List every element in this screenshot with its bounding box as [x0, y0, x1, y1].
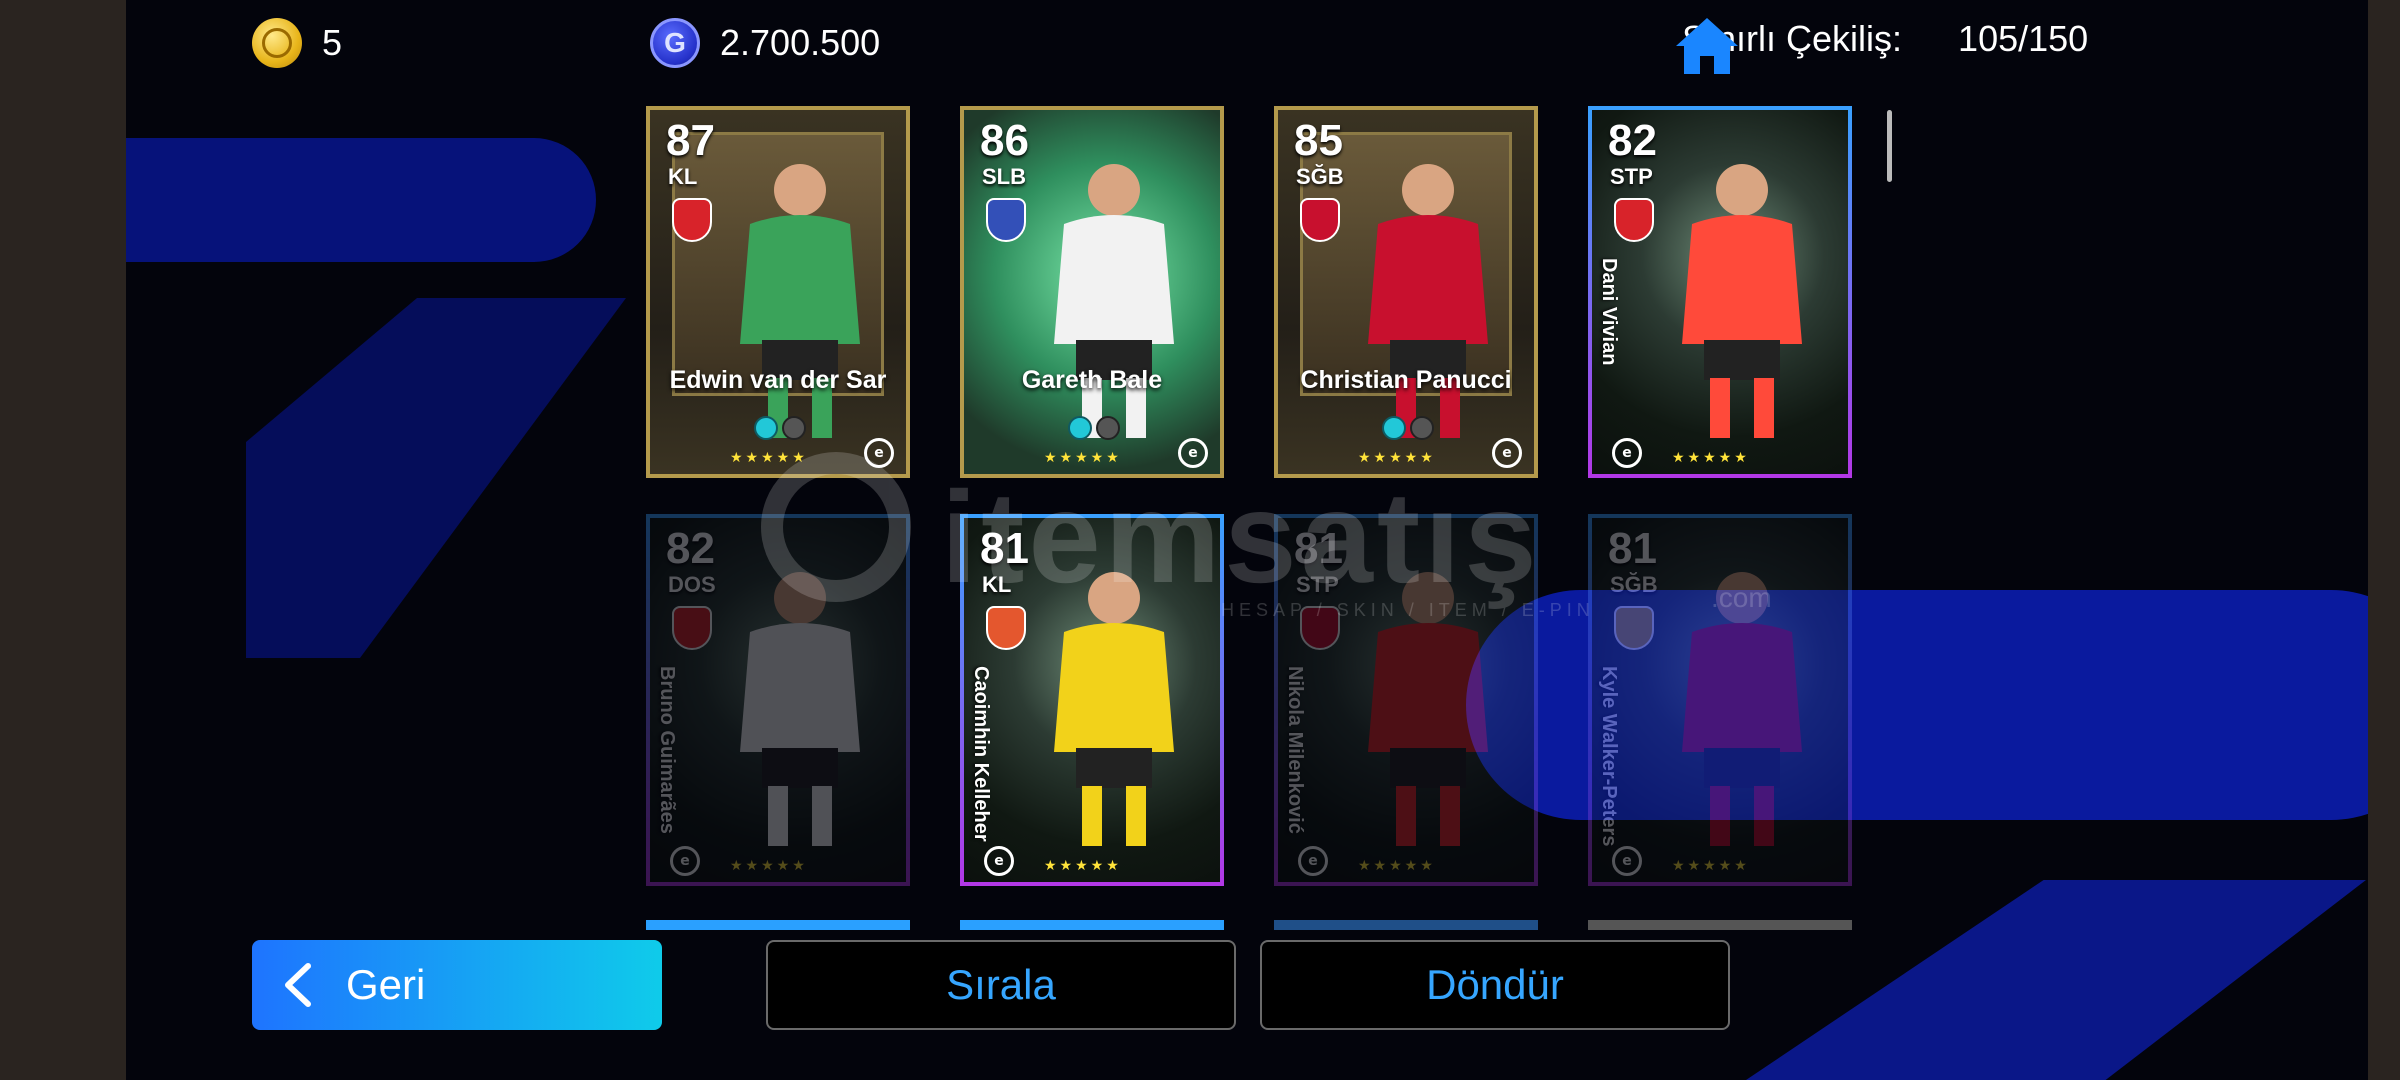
card-partial: [1588, 920, 1852, 930]
club-crest-icon: [672, 606, 712, 650]
player-card[interactable]: 82 DOS Bruno Guimarães e ★★★★★: [646, 514, 910, 886]
card-player-name: Gareth Bale: [1021, 366, 1163, 394]
home-icon[interactable]: [1672, 14, 1742, 78]
card-stars: ★★★★★: [1672, 450, 1750, 466]
back-button[interactable]: Geri: [252, 940, 662, 1030]
efootball-logo-icon: e: [1492, 438, 1522, 468]
background-shape: [246, 298, 626, 658]
card-rating: 86: [980, 116, 1029, 165]
card-player-name: Bruno Guimarães: [656, 666, 678, 834]
player-figure-icon: [740, 164, 860, 438]
limited-draw-count: 105/150: [1958, 18, 2089, 59]
card-position: KL: [982, 572, 1012, 597]
card-position: DOS: [668, 572, 716, 597]
card-player-name: Dani Vivian: [1598, 258, 1620, 366]
card-partial: [960, 920, 1224, 930]
card-stars: ★★★★★: [1358, 858, 1436, 874]
club-crest-icon: [672, 198, 712, 242]
rotate-button-label: Döndür: [1426, 961, 1564, 1008]
card-position: STP: [1610, 164, 1653, 189]
player-figure-icon: [1682, 572, 1802, 846]
club-crest-icon: [1614, 606, 1654, 650]
card-stars: ★★★★★: [1358, 450, 1436, 466]
skill-badge-icon: [1096, 416, 1120, 440]
efootball-logo-icon: e: [864, 438, 894, 468]
card-rating: 81: [1294, 524, 1343, 573]
efootball-logo-icon: e: [1298, 846, 1328, 876]
skill-badge-icon: [1068, 416, 1092, 440]
efootball-logo-icon: e: [670, 846, 700, 876]
card-stars: ★★★★★: [730, 858, 808, 874]
card-position: SĞB: [1296, 164, 1344, 189]
efootball-logo-icon: e: [1612, 438, 1642, 468]
card-player-name: Christian Panucci: [1300, 366, 1512, 394]
card-position: STP: [1296, 572, 1339, 597]
club-crest-icon: [1300, 606, 1340, 650]
club-crest-icon: [1614, 198, 1654, 242]
card-partial: [1274, 920, 1538, 930]
card-rating: 82: [1608, 116, 1657, 165]
card-rating: 81: [980, 524, 1029, 573]
skill-badge-icon: [1410, 416, 1434, 440]
player-figure-icon: [1054, 572, 1174, 846]
game-screen: 5 G 2.700.500 Sınırlı Çekiliş: 105/150 8…: [126, 0, 2368, 1080]
player-card[interactable]: 81 STP Nikola Milenković e ★★★★★: [1274, 514, 1538, 886]
limited-draw-info: Sınırlı Çekiliş: 105/150: [1682, 18, 2088, 60]
skill-badge-icon: [782, 416, 806, 440]
player-card[interactable]: 86 SLB Gareth Bale ★★★★★ e: [960, 106, 1224, 478]
gp-value: 2.700.500: [720, 22, 881, 63]
player-figure-icon: [1054, 164, 1174, 438]
player-card[interactable]: 85 SĞB Christian Panucci ★★★★★ e: [1274, 106, 1538, 478]
card-rating: 81: [1608, 524, 1657, 573]
card-partial: [646, 920, 910, 930]
player-card[interactable]: 87 KL Edwin van der Sar ★★★★★ e: [646, 106, 910, 478]
card-stars: ★★★★★: [1672, 858, 1750, 874]
player-figure-icon: [1368, 164, 1488, 438]
back-button-label: Geri: [346, 961, 426, 1008]
player-card[interactable]: 81 SĞB Kyle Walker-Peters e ★★★★★: [1588, 514, 1852, 886]
card-player-name: Edwin van der Sar: [669, 366, 887, 394]
skill-badge-icon: [1382, 416, 1406, 440]
skill-badge-icon: [754, 416, 778, 440]
card-stars: ★★★★★: [730, 450, 808, 466]
background-stripe: [126, 138, 596, 262]
player-card[interactable]: 82 STP Dani Vivian e ★★★★★: [1588, 106, 1852, 478]
sort-button-label: Sırala: [946, 961, 1056, 1008]
player-card[interactable]: 81 KL Caoimhin Kelleher e ★★★★★: [960, 514, 1224, 886]
card-rating: 82: [666, 524, 715, 573]
player-figure-icon: [1368, 572, 1488, 846]
club-crest-icon: [986, 606, 1026, 650]
background-shape: [1746, 880, 2366, 1080]
card-position: SĞB: [1610, 572, 1658, 597]
card-player-name: Kyle Walker-Peters: [1598, 666, 1620, 847]
card-stars: ★★★★★: [1044, 450, 1122, 466]
ecoin-icon: [252, 18, 302, 68]
gp-icon: G: [650, 18, 700, 68]
sort-button[interactable]: Sırala: [766, 940, 1236, 1030]
chevron-left-icon: [285, 963, 311, 1007]
card-player-name: Caoimhin Kelleher: [970, 666, 992, 842]
card-rating: 85: [1294, 116, 1343, 165]
scrollbar[interactable]: [1887, 110, 1892, 182]
player-figure-icon: [740, 572, 860, 846]
gp-counter: G 2.700.500: [650, 18, 880, 68]
card-position: SLB: [982, 164, 1026, 189]
card-rating: 87: [666, 116, 715, 165]
card-stars: ★★★★★: [1044, 858, 1122, 874]
coins-counter: 5: [252, 18, 342, 68]
coins-value: 5: [322, 22, 343, 63]
efootball-logo-icon: e: [1612, 846, 1642, 876]
rotate-button[interactable]: Döndür: [1260, 940, 1730, 1030]
efootball-logo-icon: e: [984, 846, 1014, 876]
club-crest-icon: [986, 198, 1026, 242]
efootball-logo-icon: e: [1178, 438, 1208, 468]
player-figure-icon: [1682, 164, 1802, 438]
club-crest-icon: [1300, 198, 1340, 242]
card-position: KL: [668, 164, 698, 189]
card-player-name: Nikola Milenković: [1284, 666, 1306, 834]
